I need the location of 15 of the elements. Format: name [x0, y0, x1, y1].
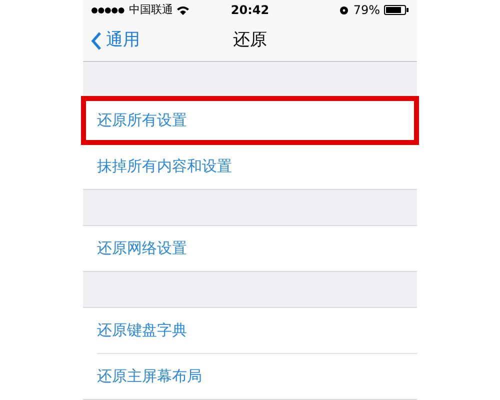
- settings-row[interactable]: 抹掉所有内容和设置: [97, 144, 417, 189]
- settings-row[interactable]: 还原键盘字典: [83, 308, 417, 353]
- chevron-left-icon: [91, 32, 102, 50]
- page-title: 还原: [233, 29, 267, 52]
- battery-icon: [384, 5, 409, 16]
- back-button[interactable]: 通用: [83, 28, 140, 54]
- settings-row[interactable]: 还原主屏幕布局: [97, 354, 417, 399]
- settings-row[interactable]: 还原网络设置: [83, 226, 417, 271]
- clock-time: 20:42: [230, 2, 270, 20]
- alarm-icon: [339, 5, 350, 16]
- settings-row[interactable]: 还原所有设置: [83, 98, 417, 143]
- battery-percent: 79%: [353, 2, 380, 20]
- carrier-name: 中国联通: [129, 2, 173, 18]
- signal-icon: [91, 6, 125, 14]
- wifi-icon: [177, 6, 189, 15]
